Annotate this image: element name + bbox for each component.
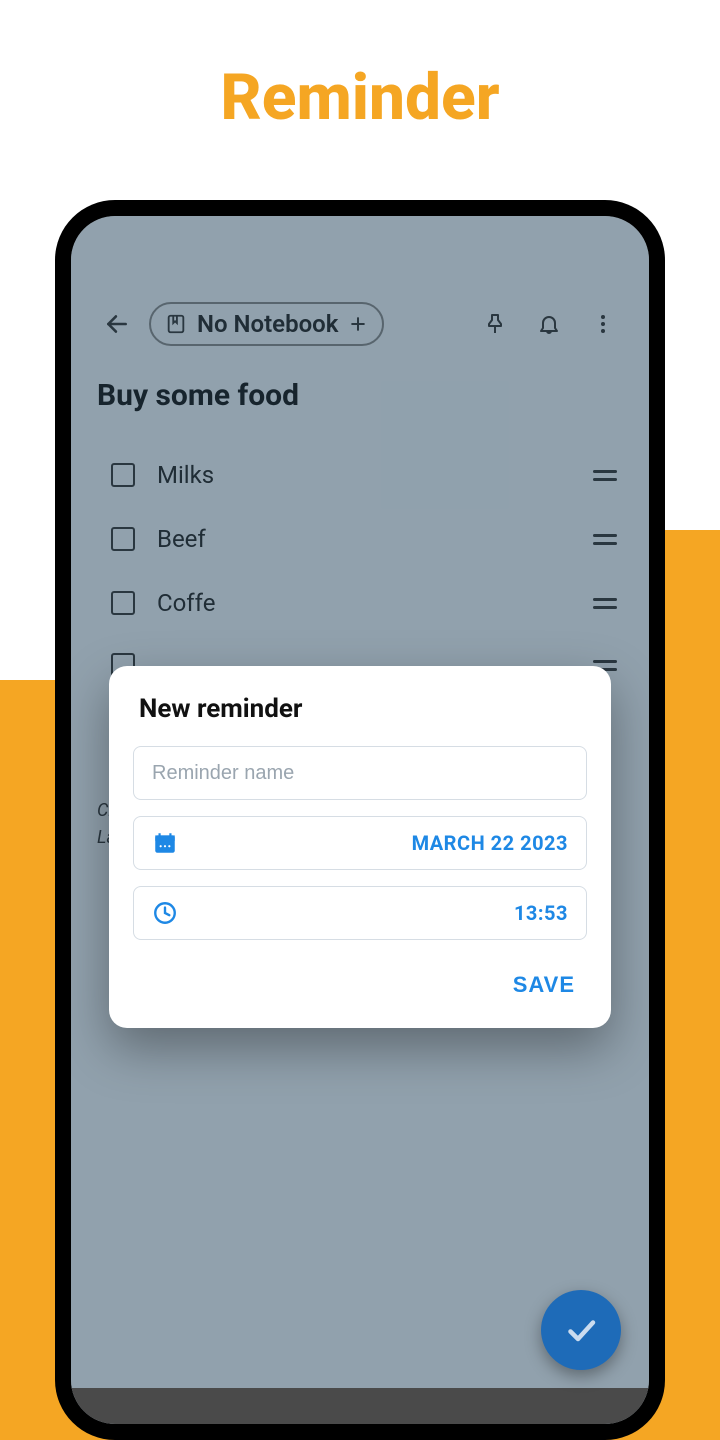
reminder-date-field[interactable]: MARCH 22 2023 bbox=[133, 816, 587, 870]
new-reminder-dialog: New reminder MARCH 22 2023 13:53 SAVE bbox=[109, 666, 611, 1028]
reminder-name-field[interactable] bbox=[133, 746, 587, 800]
time-value: 13:53 bbox=[514, 901, 568, 925]
confirm-fab[interactable] bbox=[541, 1290, 621, 1370]
phone-frame: No Notebook Buy some food Milks bbox=[55, 200, 665, 1440]
promo-title: Reminder bbox=[0, 60, 720, 135]
check-icon bbox=[563, 1312, 599, 1348]
date-value: MARCH 22 2023 bbox=[412, 831, 568, 855]
promo-bg-right bbox=[660, 530, 720, 1440]
dialog-title: New reminder bbox=[139, 694, 581, 724]
nav-bar-bg bbox=[71, 1388, 649, 1424]
save-button[interactable]: SAVE bbox=[507, 964, 581, 1006]
reminder-time-field[interactable]: 13:53 bbox=[133, 886, 587, 940]
phone-screen: No Notebook Buy some food Milks bbox=[71, 216, 649, 1424]
reminder-name-input[interactable] bbox=[152, 762, 568, 785]
calendar-icon bbox=[152, 830, 178, 856]
dialog-actions: SAVE bbox=[133, 956, 587, 1006]
clock-icon bbox=[152, 900, 178, 926]
